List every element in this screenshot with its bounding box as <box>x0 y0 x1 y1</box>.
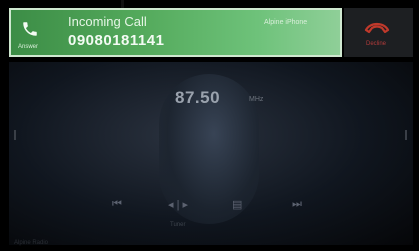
menu-button[interactable]: ▤ <box>232 198 242 211</box>
incoming-call-banner[interactable]: Answer Incoming Call 09080181141 Alpine … <box>9 8 342 57</box>
phone-icon[interactable] <box>21 20 39 38</box>
radio-frequency: 87.50 <box>175 88 221 107</box>
decline-call-button[interactable]: Decline <box>344 8 413 57</box>
frequency-unit: MHz <box>249 96 264 103</box>
decline-label: Decline <box>366 41 387 47</box>
source-footer: Alpine Radio <box>14 240 49 246</box>
tuner-mode-label: Tuner <box>170 222 186 228</box>
connected-device-name: Alpine iPhone <box>264 19 308 26</box>
right-scroll-indicator <box>405 130 407 140</box>
incoming-call-title: Incoming Call <box>68 14 147 29</box>
previous-track-button[interactable]: ⏮ <box>112 198 122 211</box>
tuner-mode-button[interactable]: ◂ | ▸ <box>168 198 188 211</box>
left-scroll-indicator <box>14 130 16 140</box>
head-unit-screen: 87.50 MHz ⏮ ◂ | ▸ Tuner ▤ ⏭ Alpine Radio… <box>0 0 419 251</box>
next-track-button[interactable]: ⏭ <box>292 198 302 211</box>
decline-icon <box>364 22 390 34</box>
answer-label: Answer <box>18 44 39 50</box>
caller-number: 09080181141 <box>68 32 165 49</box>
